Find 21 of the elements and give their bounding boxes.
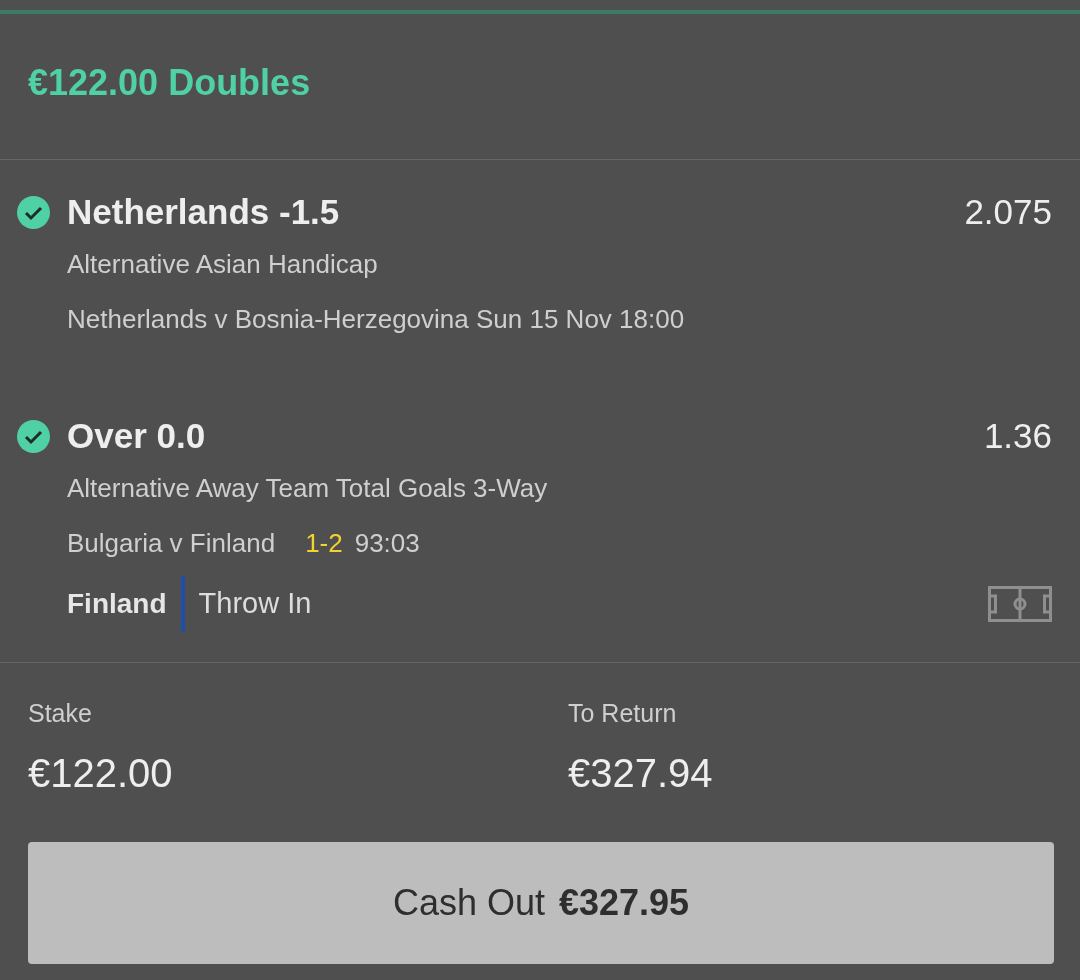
live-score: 1-2 (305, 526, 343, 560)
market-name: Alternative Asian Handicap (67, 248, 379, 281)
stake-label: Stake (28, 698, 93, 729)
bet-type: Doubles (168, 60, 311, 105)
pitch-icon[interactable] (988, 586, 1052, 622)
return-value: €327.94 (568, 749, 714, 797)
event-name: Bulgaria v Finland (67, 526, 276, 560)
market-name: Alternative Away Team Total Goals 3-Way (67, 472, 549, 505)
match-event: Throw In (198, 586, 313, 622)
team-color-bar (180, 576, 185, 632)
match-clock: 93:03 (354, 526, 420, 560)
return-label: To Return (568, 698, 678, 729)
event-name: Netherlands v Bosnia-Herzegovina Sun 15 Nov 18:00 (67, 302, 685, 336)
team-name: Finland (67, 587, 167, 621)
selection-name: Netherlands -1.5 (67, 190, 340, 233)
cash-out-button[interactable]: Cash Out €327.95 (28, 842, 1054, 964)
stake-value: €122.00 (28, 749, 174, 797)
selection-name: Over 0.0 (67, 414, 206, 457)
bet-stake: €122.00 (28, 60, 159, 105)
selection-odds: 2.075 (964, 190, 1052, 233)
selection-odds: 1.36 (983, 414, 1052, 457)
